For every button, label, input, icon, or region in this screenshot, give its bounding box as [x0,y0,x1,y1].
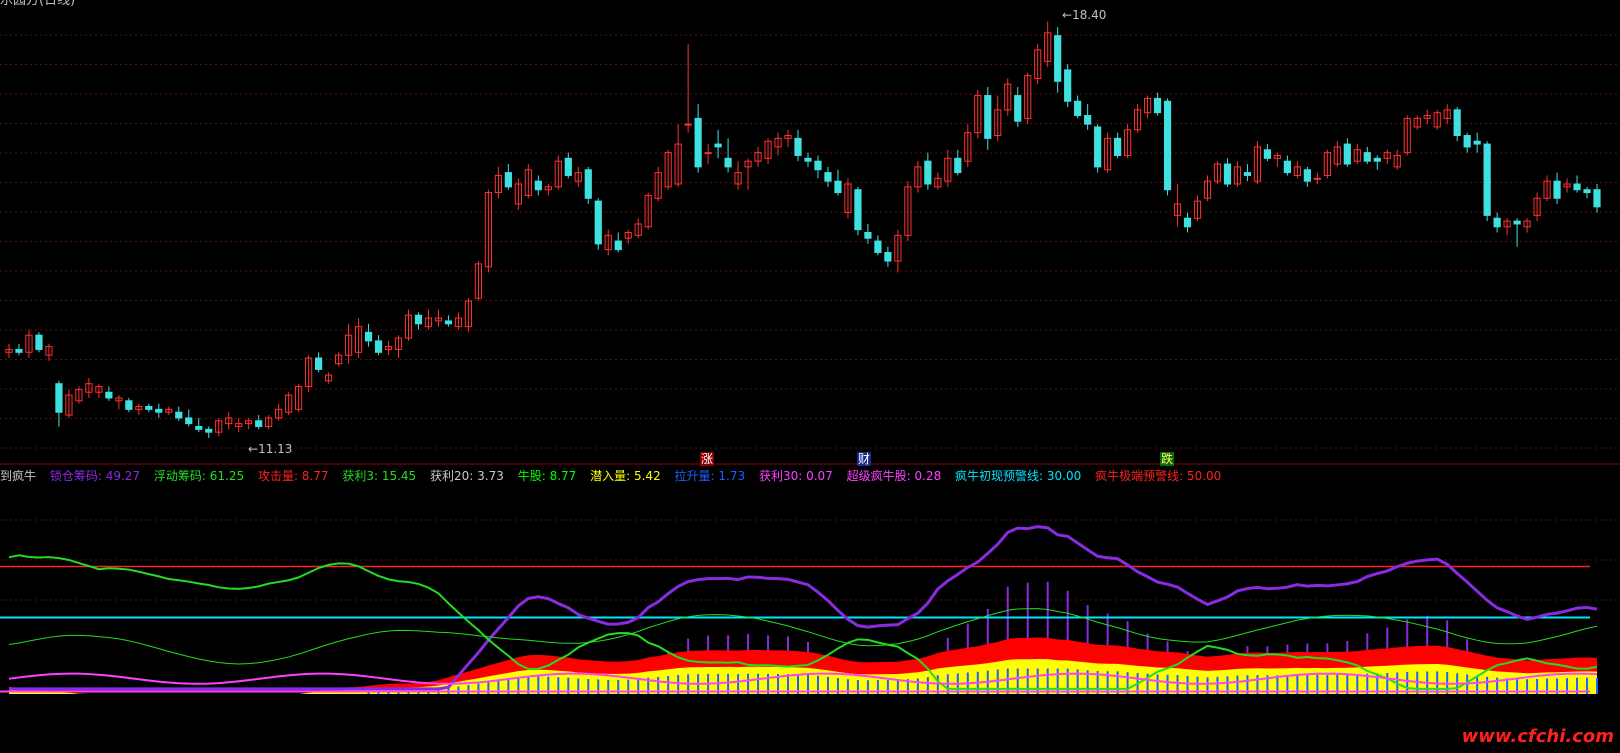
candle-down [1243,172,1252,176]
candle-down [594,200,602,245]
candle-down [1114,137,1122,156]
candle-down [694,117,702,168]
legend-hidden-inflow: 潜入量: 5.42 [590,469,661,483]
candle-down [374,340,383,353]
candle-down [175,411,183,419]
candle-down [1583,189,1591,194]
candle-up [704,152,712,155]
candle-down [35,334,43,350]
high-price-label: ←18.40 [1062,8,1106,22]
candle-down [125,400,133,410]
legend-warn-initial: 疯牛初现预警线: 30.00 [955,469,1082,483]
candle-down [564,157,572,176]
window-title: 乐园方(日线) [0,0,76,8]
legend-profit30: 获利30: 0.07 [758,469,833,483]
chart-canvas[interactable] [0,0,1620,749]
candle-down [804,157,812,162]
low-arrow: ← [248,442,259,456]
low-value: 11.13 [258,442,293,456]
candle-down [414,314,423,325]
candle-down [1084,115,1092,125]
candle-down [55,383,63,413]
candle-down [1553,180,1561,199]
candle-down [444,320,453,325]
candle-down [1573,183,1581,191]
signal-rise: 涨 [700,452,715,466]
candle-down [584,169,592,199]
candle-down [1283,160,1291,174]
candle-down [724,157,732,168]
candle-down [714,143,722,148]
candle-down [1263,149,1272,159]
candle-up [1313,177,1321,180]
candle-down [1483,143,1491,216]
legend-name: 到疯牛 [0,469,37,483]
candle-down [924,160,932,185]
candle-down [1513,220,1521,225]
candle-down [834,180,842,194]
candle-down [364,331,373,342]
candle-down [794,137,802,156]
legend-float-chip: 浮动筹码: 61.25 [153,469,245,483]
signal-wealth: 财 [857,452,872,466]
candle-down [1223,163,1232,185]
candle-down [864,232,872,239]
candle-down [195,425,203,430]
candle-down [255,420,263,427]
candle-down [1054,35,1062,82]
candle-down [614,240,622,251]
high-value: 18.40 [1072,8,1107,22]
candle-down [105,391,113,399]
low-price-label: ←11.13 [248,442,292,456]
candle-down [814,160,822,171]
legend-profit3: 获利3: 15.45 [342,469,417,483]
candle-down [1593,189,1601,208]
candle-down [884,251,892,262]
candle-down [1473,140,1481,145]
candle-down [1014,95,1022,122]
candle-down [854,189,862,231]
chart-stage: 乐园方(日线) ←18.40 ←11.13 涨 财 跌 到疯牛 锁仓筹码: 49… [0,0,1620,749]
candle-down [984,95,992,139]
candle-down [1074,100,1082,117]
candle-up [684,123,692,126]
candle-down [1343,143,1351,165]
candle-down [1094,126,1102,168]
candle-down [1363,152,1371,162]
legend-profit20: 获利20: 3.73 [430,469,504,483]
legend-attack-volume: 攻击量: 8.77 [257,469,329,483]
legend-lift-volume: 拉升量: 1.73 [674,469,746,483]
candle-down [1183,217,1192,228]
candle-down [534,180,542,191]
legend-super-bull: 超级疯牛股: 0.28 [846,469,942,483]
candle-down [205,428,213,433]
legend-warn-extreme: 疯牛极端预警线: 50.00 [1095,469,1222,483]
candle-down [1163,100,1172,191]
indicator-legend: 到疯牛 锁仓筹码: 49.27 浮动筹码: 61.25 攻击量: 8.77 获利… [0,468,1231,484]
candle-down [145,406,153,410]
high-arrow: ← [1062,8,1073,22]
candle-down [874,240,882,253]
candle-down [15,348,23,353]
candle-down [824,172,832,182]
candle-down [1064,69,1072,102]
watermark: www.cfchi.com [1461,726,1614,747]
signal-fall: 跌 [1160,452,1175,466]
candle-down [315,357,323,370]
candle-down [185,417,193,425]
candle-down [1303,169,1311,182]
candle-down [954,157,962,174]
legend-lock-chip: 锁仓筹码: 49.27 [49,469,141,483]
legend-bull-stock: 牛股: 8.77 [517,469,577,483]
candle-down [155,408,163,413]
candle-down [1153,97,1162,114]
candle-down [1493,217,1501,228]
candle-down [1463,135,1471,148]
candle-down [504,172,512,188]
candle-down [1373,157,1381,162]
candle-down [1453,109,1461,137]
